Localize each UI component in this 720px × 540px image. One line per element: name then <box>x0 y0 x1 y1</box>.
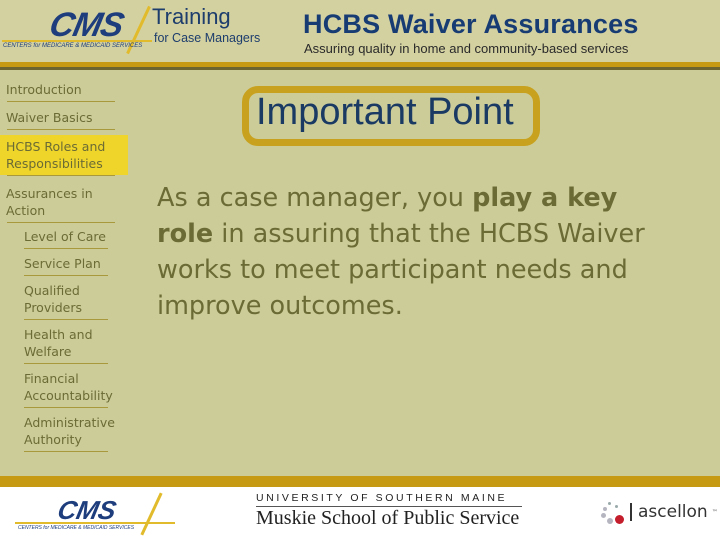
sidebar-item-waiver-basics[interactable]: Waiver Basics <box>0 106 130 129</box>
cms-logo: CMS <box>46 6 127 44</box>
muskie-school-name: Muskie School of Public Service <box>256 507 520 529</box>
footer: CMS CENTERS for MEDICARE & MEDICAID SERV… <box>0 487 720 540</box>
body-text-prefix: As a case manager, you <box>157 183 473 213</box>
sidebar-item-label: Introduction <box>6 82 82 97</box>
sidebar-item-label: HCBS Roles and Responsibilities <box>6 139 106 171</box>
ascellon-logo: ascellon ™ <box>598 499 718 525</box>
trademark: ™ <box>711 508 718 516</box>
sidebar-item-label: Qualified Providers <box>24 283 82 315</box>
divider <box>7 222 115 223</box>
sidebar-item-label: Service Plan <box>24 256 101 271</box>
footer-cms-logo: CMS <box>54 495 120 525</box>
divider <box>24 451 108 452</box>
sidebar-item-assurances-in-action[interactable]: Assurances in Action <box>0 182 130 222</box>
ascellon-wordmark: ascellon <box>638 502 708 522</box>
sidebar-item-label: Assurances in Action <box>6 186 93 218</box>
course-subtitle: Assuring quality in home and community-b… <box>304 41 629 56</box>
sidebar-item-label: Health and Welfare <box>24 327 93 359</box>
sidebar-item-label: Level of Care <box>24 229 106 244</box>
divider <box>7 175 115 176</box>
body-paragraph: As a case manager, you play a key role i… <box>157 180 677 324</box>
sidebar-item-introduction[interactable]: Introduction <box>0 78 130 101</box>
divider <box>7 129 115 130</box>
sidebar-item-administrative-authority[interactable]: Administrative Authority <box>0 411 130 451</box>
footer-cms-subtitle: CENTERS for MEDICARE & MEDICAID SERVICES <box>18 525 135 531</box>
ascellon-divider <box>630 503 632 521</box>
body-text-suffix: in assuring that the HCBS Waiver works t… <box>157 219 645 321</box>
sidebar-item-level-of-care[interactable]: Level of Care <box>0 225 130 248</box>
callout-title: Important Point <box>256 91 514 133</box>
sidebar-item-label: Waiver Basics <box>6 110 93 125</box>
divider <box>7 101 115 102</box>
header-dark-band <box>0 67 720 70</box>
sidebar-item-hcbs-roles[interactable]: HCBS Roles and Responsibilities <box>0 135 128 175</box>
sidebar-nav: Introduction Waiver Basics HCBS Roles an… <box>0 78 130 452</box>
footer-gold-band <box>0 476 720 487</box>
training-subtitle: for Case Managers <box>154 31 261 45</box>
sidebar-item-label: Administrative Authority <box>24 415 115 447</box>
ascellon-dots-icon <box>598 499 626 525</box>
training-title: Training <box>152 4 231 29</box>
footer-cms-slash <box>140 492 163 536</box>
cms-logo-subtitle: CENTERS for MEDICARE & MEDICAID SERVICES <box>3 43 143 49</box>
sidebar-item-service-plan[interactable]: Service Plan <box>0 252 130 275</box>
divider <box>24 275 108 276</box>
divider <box>24 248 108 249</box>
sidebar-item-label: Financial Accountability <box>24 371 113 403</box>
course-title: HCBS Waiver Assurances <box>303 9 639 39</box>
header-banner: CMS CENTERS for MEDICARE & MEDICAID SERV… <box>0 0 720 62</box>
divider <box>24 319 108 320</box>
divider <box>24 363 108 364</box>
sidebar-item-qualified-providers[interactable]: Qualified Providers <box>0 279 130 319</box>
sidebar-item-health-and-welfare[interactable]: Health and Welfare <box>0 323 130 363</box>
usm-university-name: UNIVERSITY OF SOUTHERN MAINE <box>256 492 508 504</box>
divider <box>24 407 108 408</box>
sidebar-item-financial-accountability[interactable]: Financial Accountability <box>0 367 130 407</box>
